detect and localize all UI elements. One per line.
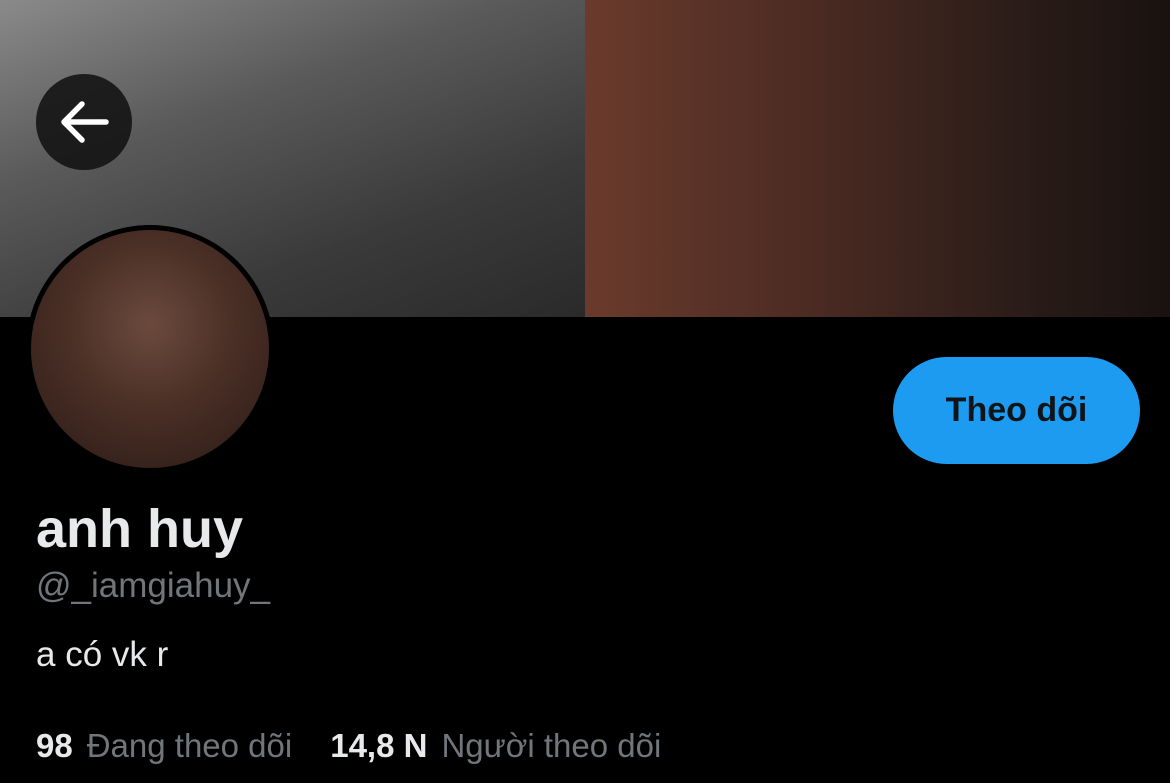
followers-label: Người theo dõi [441,727,662,764]
avatar-image [31,230,269,468]
following-label: Đang theo dõi [86,727,293,764]
profile-bio: a có vk r [36,635,169,674]
avatar[interactable] [26,225,274,473]
back-button[interactable] [36,74,132,170]
banner-photo-right [585,0,1170,317]
followers-link[interactable]: 14,8 N Người theo dõi [330,724,661,768]
following-link[interactable]: 98 Đang theo dõi [36,724,292,768]
follow-button[interactable]: Theo dõi [893,357,1140,464]
following-count: 98 [36,727,73,764]
profile-stats: 98 Đang theo dõi 14,8 N Người theo dõi [36,724,699,768]
arrow-left-icon [58,100,110,144]
user-handle: @_iamgiahuy_ [36,566,270,605]
profile-screen: Theo dõi anh huy @_iamgiahuy_ a có vk r … [0,0,1170,783]
followers-count: 14,8 N [330,727,428,764]
display-name: anh huy [36,499,244,559]
